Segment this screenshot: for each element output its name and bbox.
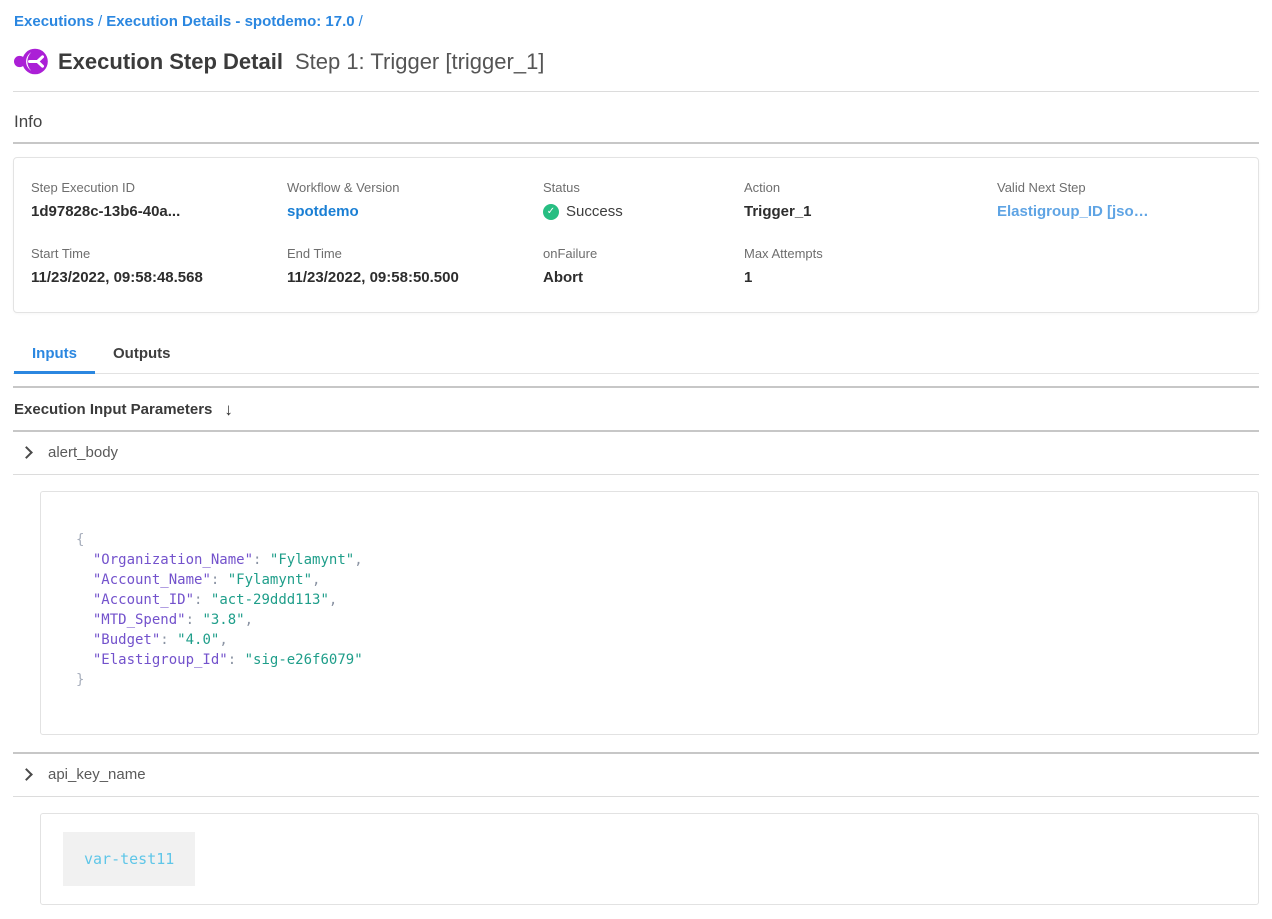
json-colon: : <box>253 552 270 568</box>
info-field-step-execution-id: Step Execution ID 1d97828c-13b6-40a... <box>31 180 287 220</box>
info-field-end-time: End Time 11/23/2022, 09:58:50.500 <box>287 246 543 286</box>
inputs-outputs-tabs: Inputs Outputs <box>13 335 1259 374</box>
json-key: Account_ID <box>93 592 194 608</box>
fylamynt-logo-icon <box>14 46 48 77</box>
field-value: 1 <box>744 269 997 286</box>
section-title: Execution Input Parameters <box>14 401 212 418</box>
status-badge: ✓ Success <box>543 203 744 220</box>
info-section-heading: Info <box>13 92 1259 142</box>
breadcrumb-link-executions[interactable]: Executions <box>14 13 94 30</box>
field-label: Status <box>543 180 744 195</box>
json-key: Organization_Name <box>93 552 253 568</box>
info-field-start-time: Start Time 11/23/2022, 09:58:48.568 <box>31 246 287 286</box>
tab-inputs[interactable]: Inputs <box>14 335 95 374</box>
json-colon: : <box>228 652 245 668</box>
api-key-name-value: var-test11 <box>63 832 195 886</box>
json-comma: , <box>312 572 320 588</box>
next-step-link[interactable]: Elastigroup_ID [jso… <box>997 203 1241 220</box>
open-brace: { <box>76 532 84 548</box>
success-check-icon: ✓ <box>543 204 559 220</box>
field-value: 1d97828c-13b6-40a... <box>31 203 287 220</box>
json-colon: : <box>186 612 203 628</box>
field-label: Step Execution ID <box>31 180 287 195</box>
info-field-action: Action Trigger_1 <box>744 180 997 220</box>
field-label: Valid Next Step <box>997 180 1241 195</box>
json-key: Budget <box>93 632 160 648</box>
json-colon: : <box>211 572 228 588</box>
json-key: MTD_Spend <box>93 612 186 628</box>
info-empty-cell <box>997 246 1241 286</box>
param-row-alert-body[interactable]: alert_body <box>13 432 1259 474</box>
field-label: Action <box>744 180 997 195</box>
json-value: act-29ddd113 <box>211 592 329 608</box>
json-value: sig-e26f6079 <box>245 652 363 668</box>
chevron-right-icon[interactable] <box>20 446 33 459</box>
json-comma: , <box>245 612 253 628</box>
info-field-max-attempts: Max Attempts 1 <box>744 246 997 286</box>
json-value: Fylamynt <box>270 552 354 568</box>
info-field-on-failure: onFailure Abort <box>543 246 744 286</box>
json-comma: , <box>329 592 337 608</box>
info-divider <box>13 142 1259 144</box>
breadcrumb: Executions/Execution Details - spotdemo:… <box>13 0 1259 40</box>
page-title: Execution Step Detail <box>58 49 283 75</box>
json-colon: : <box>160 632 177 648</box>
json-key: Elastigroup_Id <box>93 652 228 668</box>
param-label: api_key_name <box>48 766 146 783</box>
api-key-name-value-card: var-test11 <box>40 813 1259 905</box>
execution-step-detail-page: Executions/Execution Details - spotdemo:… <box>0 0 1272 919</box>
info-card: Step Execution ID 1d97828c-13b6-40a... W… <box>13 157 1259 313</box>
json-comma: , <box>354 552 362 568</box>
breadcrumb-link-execution-details[interactable]: Execution Details - spotdemo: 17.0 <box>106 13 354 30</box>
field-label: Workflow & Version <box>287 180 543 195</box>
param-row-api-key-name[interactable]: api_key_name <box>13 754 1259 796</box>
info-field-workflow-version: Workflow & Version spotdemo <box>287 180 543 220</box>
json-colon: : <box>194 592 211 608</box>
json-key: Account_Name <box>93 572 211 588</box>
field-value: 11/23/2022, 09:58:50.500 <box>287 269 543 286</box>
status-text: Success <box>566 203 623 220</box>
row-divider <box>13 474 1259 475</box>
tab-outputs[interactable]: Outputs <box>95 335 189 374</box>
download-arrow-icon[interactable]: ↓ <box>224 401 233 418</box>
breadcrumb-separator: / <box>355 13 367 30</box>
row-divider <box>13 796 1259 797</box>
workflow-link[interactable]: spotdemo <box>287 203 543 220</box>
execution-input-parameters-header: Execution Input Parameters ↓ <box>13 388 1259 430</box>
json-comma: , <box>219 632 227 648</box>
json-value: 4.0 <box>177 632 219 648</box>
page-header: Execution Step Detail Step 1: Trigger [t… <box>13 40 1259 91</box>
json-value: 3.8 <box>202 612 244 628</box>
page-subtitle: Step 1: Trigger [trigger_1] <box>295 49 544 75</box>
alert-body-value-card: { Organization_Name: Fylamynt, Account_Nam… <box>40 491 1259 735</box>
info-field-status: Status ✓ Success <box>543 180 744 220</box>
field-label: Start Time <box>31 246 287 261</box>
info-field-valid-next-step: Valid Next Step Elastigroup_ID [jso… <box>997 180 1241 220</box>
close-brace: } <box>76 672 84 688</box>
field-value: 11/23/2022, 09:58:48.568 <box>31 269 287 286</box>
field-label: Max Attempts <box>744 246 997 261</box>
param-label: alert_body <box>48 444 118 461</box>
breadcrumb-separator: / <box>94 13 106 30</box>
alert-body-json: { Organization_Name: Fylamynt, Account_Nam… <box>76 530 1224 690</box>
info-grid: Step Execution ID 1d97828c-13b6-40a... W… <box>31 180 1241 286</box>
chevron-right-icon[interactable] <box>20 768 33 781</box>
json-value: Fylamynt <box>228 572 312 588</box>
field-value: Trigger_1 <box>744 203 997 220</box>
field-label: onFailure <box>543 246 744 261</box>
field-value: Abort <box>543 269 744 286</box>
field-label: End Time <box>287 246 543 261</box>
